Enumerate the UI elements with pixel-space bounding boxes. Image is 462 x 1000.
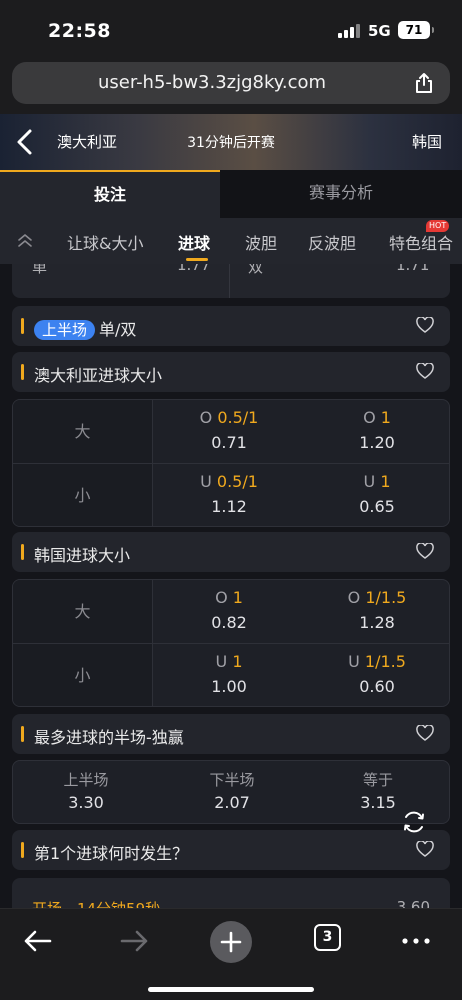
tab-analysis[interactable]: 赛事分析	[220, 170, 462, 218]
heart-icon[interactable]	[416, 725, 434, 742]
active-tab-indicator	[186, 258, 208, 261]
markets-list[interactable]: 单 1.77 双 1.71 上半场 单/双 澳大利亚进球大小 大 O 0.5/1 …	[0, 264, 462, 908]
status-bar: 22:58 5G 71	[0, 0, 462, 60]
highest-half-options: 上半场 3.30 下半场 2.07 等于 3.15	[12, 760, 450, 824]
odd-even-row-partial: 单 1.77 双 1.71	[12, 264, 450, 298]
first-half-pill: 上半场	[34, 320, 96, 340]
clock: 22:58	[48, 20, 111, 42]
odds-button[interactable]: O 0.5/1 0.71	[155, 400, 303, 464]
even-odds[interactable]: 1.71	[396, 264, 429, 274]
odds-button[interactable]: O 1/1.5 1.28	[303, 580, 449, 644]
heart-icon[interactable]	[416, 543, 434, 560]
section-highest-scoring-half[interactable]: 最多进球的半场-独赢	[12, 714, 450, 754]
section-title: 第1个进球何时发生？	[34, 844, 189, 863]
heart-icon[interactable]	[416, 363, 434, 380]
tabs-icon[interactable]: 3	[314, 924, 341, 951]
network-type: 5G	[368, 22, 391, 40]
first-goal-option-label: 开场 - 14分钟59秒	[32, 898, 160, 908]
heart-icon[interactable]	[416, 841, 434, 858]
address-bar[interactable]: user-h5-bw3.3zjg8ky.com	[12, 62, 450, 104]
odds-button[interactable]: O 1 0.82	[155, 580, 303, 644]
more-icon[interactable]	[396, 921, 436, 961]
tab-correct-score[interactable]: 波胆	[245, 230, 277, 254]
refresh-icon[interactable]	[400, 808, 428, 836]
section-title: 澳大利亚进球大小	[34, 366, 163, 385]
tab-handicap-total[interactable]: 让球&大小	[67, 230, 143, 254]
odds-button[interactable]: U 1 1.00	[155, 644, 303, 706]
section-first-half-odd-even[interactable]: 上半场 单/双	[12, 306, 450, 346]
tab-anti-correct-score[interactable]: 反波胆	[308, 230, 356, 254]
home-indicator	[148, 987, 314, 992]
odd-odds[interactable]: 1.77	[177, 264, 210, 274]
plus-icon	[220, 931, 242, 953]
signal-icon	[338, 24, 360, 38]
tab-special-combos[interactable]: 特色组合	[389, 230, 453, 254]
market-tabs: 让球&大小 进球 波胆 反波胆 特色组合 HOT	[0, 218, 462, 264]
odds-button[interactable]: U 1 0.65	[303, 464, 449, 526]
away-team-name: 韩国	[411, 133, 442, 151]
over-label: 大	[13, 580, 153, 644]
share-icon[interactable]	[414, 72, 434, 94]
section-title: 最多进球的半场-独赢	[34, 728, 184, 747]
section-title: 上半场 单/双	[34, 316, 136, 340]
section-title: 韩国进球大小	[34, 546, 131, 565]
arrow-right-icon[interactable]	[114, 921, 154, 961]
first-goal-row-partial[interactable]: 开场 - 14分钟59秒 3.60	[12, 878, 450, 908]
browser-toolbar: 3	[0, 908, 462, 1000]
odd-label[interactable]: 单	[32, 264, 47, 277]
tab-bet[interactable]: 投注	[0, 170, 220, 218]
section-korea-total[interactable]: 韩国进球大小	[12, 532, 450, 572]
arrow-left-icon[interactable]	[18, 921, 58, 961]
korea-total-grid: 大 O 1 0.82 O 1/1.5 1.28 小 U 1 1.00 U 1/1…	[12, 579, 450, 707]
new-tab-button[interactable]	[210, 921, 252, 963]
main-tabs: 投注 赛事分析	[0, 170, 462, 218]
australia-total-grid: 大 O 0.5/1 0.71 O 1 1.20 小 U 0.5/1 1.12 U…	[12, 399, 450, 527]
odds-button[interactable]: 上半场 3.30	[13, 761, 159, 825]
section-first-goal-time[interactable]: 第1个进球何时发生？	[12, 830, 450, 870]
hot-badge: HOT	[426, 220, 450, 232]
odds-button[interactable]: U 0.5/1 1.12	[155, 464, 303, 526]
collapse-icon[interactable]	[16, 232, 34, 248]
odds-button[interactable]: O 1 1.20	[303, 400, 449, 464]
odds-button[interactable]: 等于 3.15	[305, 761, 451, 825]
under-label: 小	[13, 464, 153, 526]
heart-icon[interactable]	[416, 317, 434, 334]
odds-button[interactable]: U 1/1.5 0.60	[303, 644, 449, 706]
match-header: 31分钟后开赛 澳大利亚 韩国	[0, 114, 462, 170]
over-label: 大	[13, 400, 153, 464]
divider	[229, 264, 230, 298]
first-goal-option-odds: 3.60	[396, 898, 430, 908]
even-label[interactable]: 双	[248, 264, 263, 277]
odds-button[interactable]: 下半场 2.07	[159, 761, 305, 825]
tab-goals[interactable]: 进球	[178, 230, 210, 254]
battery-icon: 71	[398, 21, 434, 39]
home-team-name: 澳大利亚	[57, 133, 118, 151]
url-text[interactable]: user-h5-bw3.3zjg8ky.com	[12, 62, 412, 104]
browser-address-area: user-h5-bw3.3zjg8ky.com	[0, 60, 462, 114]
under-label: 小	[13, 644, 153, 706]
section-australia-total[interactable]: 澳大利亚进球大小	[12, 352, 450, 392]
